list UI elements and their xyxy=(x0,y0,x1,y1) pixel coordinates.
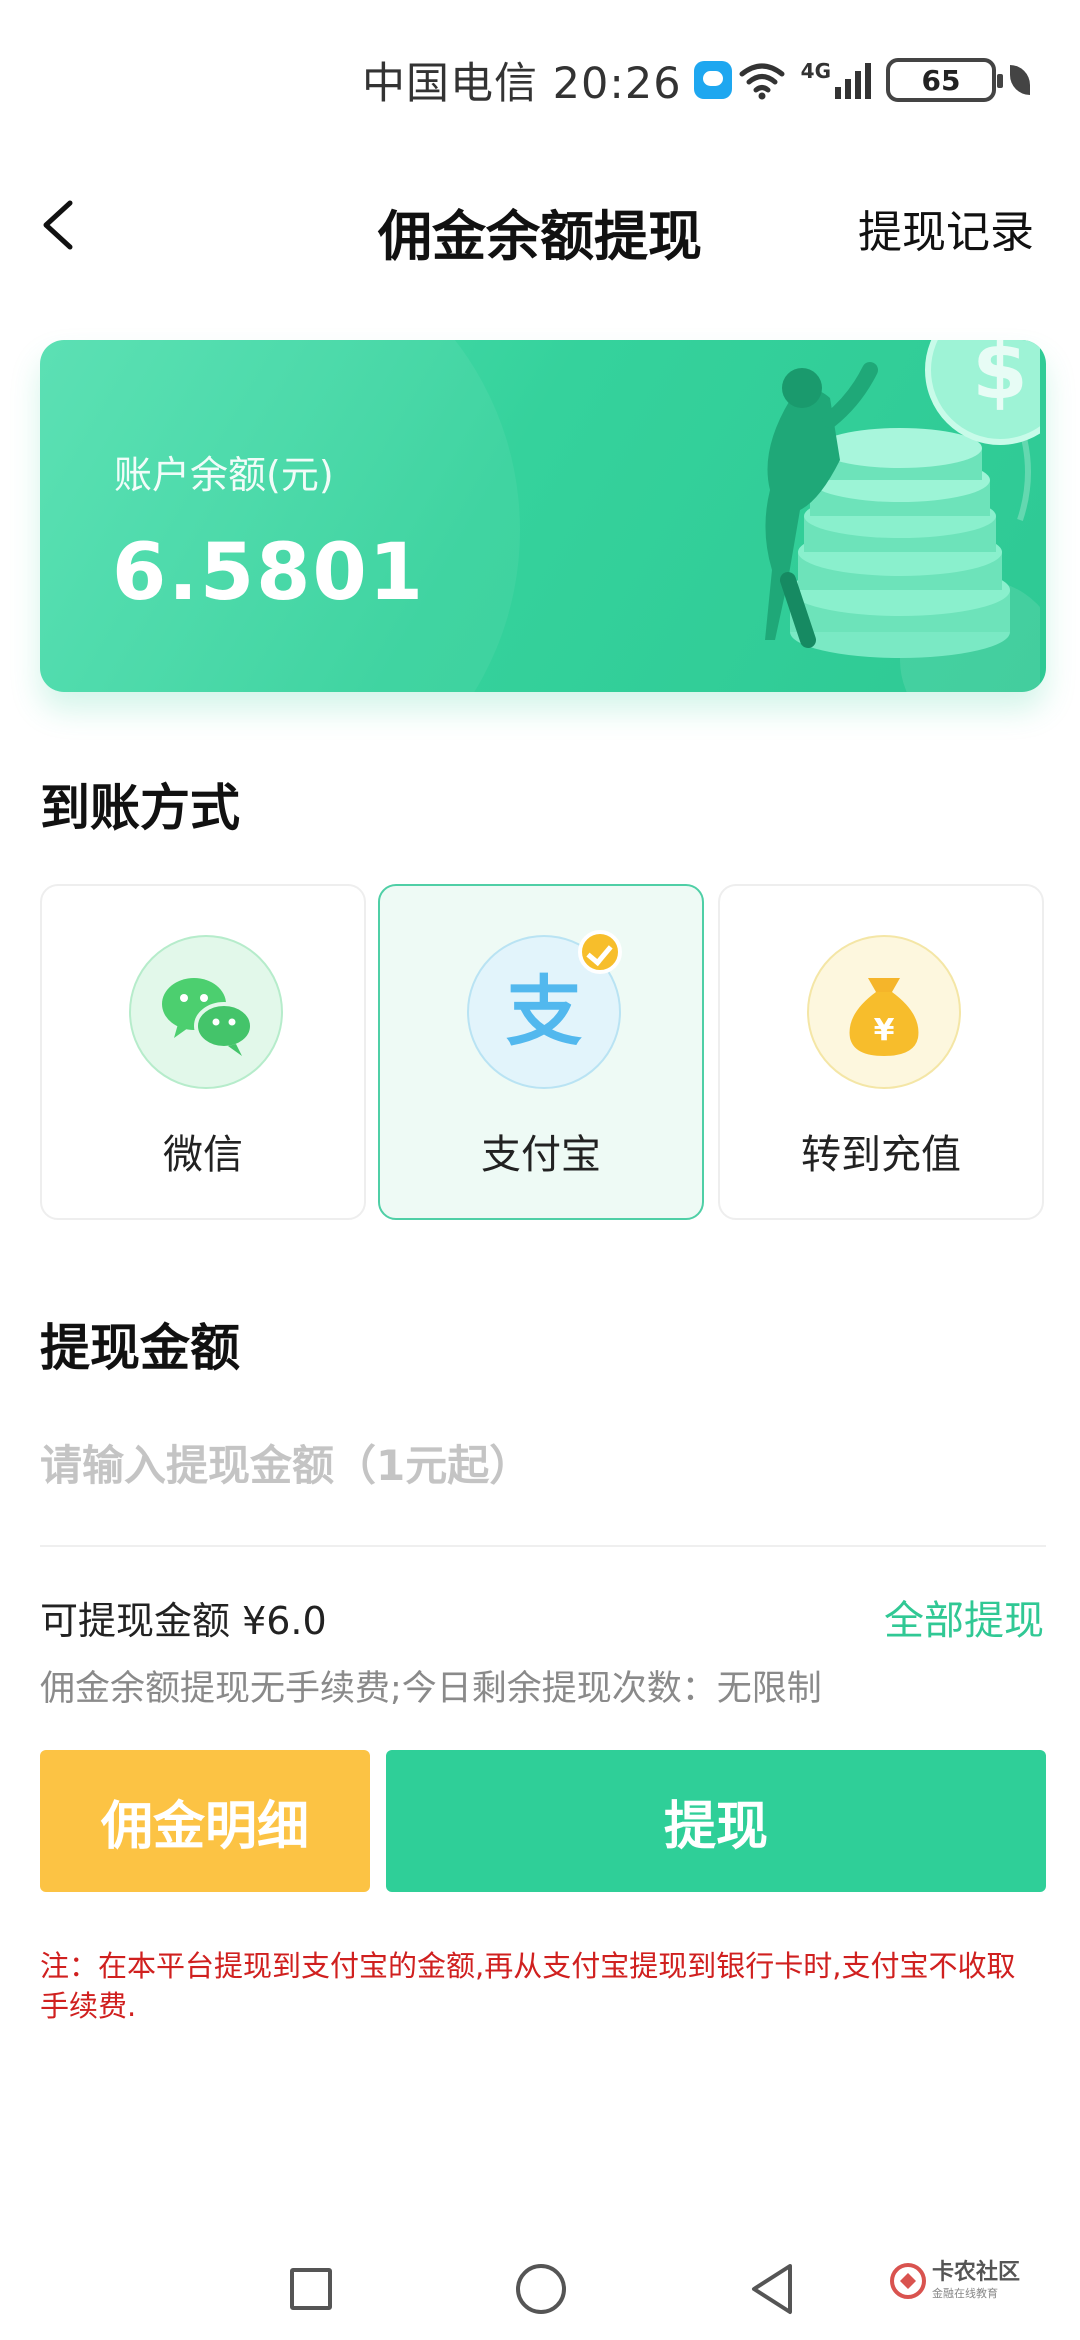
network-type: 4G xyxy=(800,59,831,83)
withdraw-button-label: 提现 xyxy=(663,1796,768,1857)
money-bag-icon: ¥ xyxy=(807,935,961,1089)
method-recharge-label: 转到充值 xyxy=(801,1132,961,1178)
alipay-fee-notice: 注：在本平台提现到支付宝的金额,再从支付宝提现到银行卡时,支付宝不收取手续费. xyxy=(40,1949,1016,2023)
selected-check-icon xyxy=(578,930,622,974)
withdraw-record-link[interactable]: 提现记录 xyxy=(858,196,1034,260)
payout-method-title-text: 到账方式 xyxy=(40,768,240,840)
alipay-glyph: 支 xyxy=(506,967,582,1056)
payout-method-title: 到账方式 xyxy=(40,768,240,840)
amount-title-text: 提现金额 xyxy=(40,1308,240,1380)
signal-bars-icon xyxy=(835,63,871,99)
cellular-signal: 4G xyxy=(801,61,872,99)
method-recharge[interactable]: ¥ 转到充值 xyxy=(718,884,1044,1220)
method-alipay[interactable]: 支 支付宝 xyxy=(378,884,704,1220)
carrier-time: 中国电信 20:26 xyxy=(362,59,682,109)
balance-card: 账户余额(元) 6.5801 $ xyxy=(40,340,1046,692)
balance-value: 6.5801 xyxy=(112,528,425,618)
watermark-title: 卡农社区 xyxy=(931,2260,1020,2285)
coin-stack-illustration: $ xyxy=(765,340,1040,692)
message-notification-icon xyxy=(693,61,732,99)
amount-title: 提现金额 xyxy=(40,1308,240,1380)
method-alipay-label: 支付宝 xyxy=(481,1132,601,1178)
amount-input[interactable] xyxy=(40,1420,1046,1510)
status-bar: 中国电信 20:26 4G 65 xyxy=(0,0,1080,150)
svg-text:$: $ xyxy=(972,340,1028,417)
recent-apps-button[interactable] xyxy=(290,2268,332,2310)
community-watermark: 卡农社区 金融在线教育 xyxy=(889,2260,1020,2300)
battery-indicator: 65 xyxy=(886,58,1003,102)
balance-label: 账户余额(元) xyxy=(114,453,334,497)
withdraw-button[interactable]: 提现 xyxy=(386,1750,1046,1892)
method-wechat[interactable]: 微信 xyxy=(40,884,366,1220)
withdraw-page: 中国电信 20:26 4G 65 佣金余额提现 提现记录 账户余额(元) 6.5… xyxy=(0,0,1080,2340)
available-amount: 可提现金额 ¥6.0 xyxy=(40,1599,327,1643)
commission-detail-button[interactable]: 佣金明细 xyxy=(40,1750,370,1892)
watermark-subtitle: 金融在线教育 xyxy=(931,2287,998,2300)
power-saving-leaf-icon xyxy=(1010,65,1030,95)
watermark-text: 卡农社区 金融在线教育 xyxy=(931,2260,1020,2300)
watermark-logo-icon xyxy=(889,2262,926,2299)
commission-detail-label: 佣金明细 xyxy=(100,1796,309,1857)
withdraw-all-link[interactable]: 全部提现 xyxy=(884,1588,1044,1646)
status-icons: 4G 65 xyxy=(737,55,1030,105)
input-divider xyxy=(40,1545,1046,1547)
method-wechat-label: 微信 xyxy=(163,1132,243,1178)
status-center: 中国电信 20:26 xyxy=(362,50,732,110)
wechat-icon xyxy=(129,935,283,1089)
battery-level: 65 xyxy=(921,63,961,97)
card-decoration xyxy=(40,340,520,692)
top-nav: 佣金余额提现 提现记录 xyxy=(0,170,1080,280)
nav-back-icon[interactable] xyxy=(750,2262,794,2316)
yuan-glyph: ¥ xyxy=(874,1013,895,1048)
wifi-icon xyxy=(739,63,785,100)
fee-note: 佣金余额提现无手续费;今日剩余提现次数：无限制 xyxy=(40,1669,822,1709)
home-button[interactable] xyxy=(516,2264,566,2314)
